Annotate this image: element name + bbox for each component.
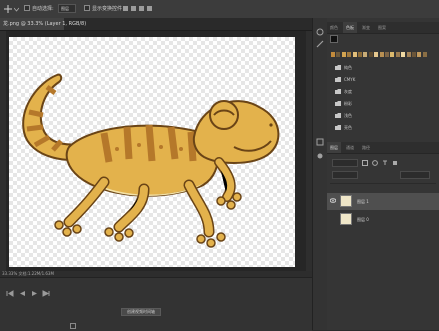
align-buttons bbox=[122, 4, 158, 13]
folder-icon bbox=[335, 77, 341, 82]
color-swatch[interactable] bbox=[358, 52, 362, 57]
color-swatch[interactable] bbox=[395, 52, 400, 57]
swatch-folder[interactable]: 亮色 bbox=[331, 123, 435, 133]
tab-paths[interactable]: 路径 bbox=[359, 142, 373, 153]
swatch-folder[interactable]: 灰度 bbox=[331, 87, 435, 97]
filter-adjustment-icon[interactable] bbox=[372, 160, 378, 166]
foreground-color[interactable] bbox=[330, 35, 338, 43]
folder-icon bbox=[335, 113, 341, 118]
timeline-panel: 创建视频时间轴 bbox=[0, 277, 312, 331]
target-select-value: 图层 bbox=[61, 6, 69, 11]
tab-patterns[interactable]: 图案 bbox=[375, 22, 389, 33]
layers-panel-tabs: 图层 通道 路径 bbox=[327, 142, 439, 154]
color-swatch[interactable] bbox=[368, 52, 373, 57]
document-canvas[interactable] bbox=[9, 37, 295, 267]
color-swatch[interactable] bbox=[385, 52, 389, 57]
chevron-down-icon[interactable] bbox=[14, 5, 19, 13]
folder-icon bbox=[335, 125, 341, 130]
layer-name: 图层 1 bbox=[357, 199, 369, 204]
layer-name: 图层 0 bbox=[357, 217, 369, 222]
color-swatch[interactable] bbox=[352, 52, 357, 57]
brush-icon[interactable] bbox=[316, 40, 324, 48]
color-swatch[interactable] bbox=[336, 52, 341, 57]
right-panels: 颜色 色板 渐变 图案 纯色 CMYK 灰度 粉彩 浅色 亮色 图层 通道 路径… bbox=[327, 18, 439, 330]
swatch-folder[interactable]: CMYK bbox=[331, 75, 435, 85]
adjustments-icon[interactable] bbox=[316, 152, 324, 160]
tab-color[interactable]: 颜色 bbox=[327, 22, 341, 33]
folder-icon bbox=[335, 101, 341, 106]
previous-frame-icon[interactable] bbox=[18, 290, 26, 297]
layers-controls bbox=[330, 157, 436, 184]
color-swatch[interactable] bbox=[401, 52, 406, 57]
info-icon[interactable] bbox=[316, 138, 324, 146]
options-bar: 自动选择: 图层 显示变换控件 bbox=[0, 0, 439, 19]
layer-thumbnail bbox=[340, 195, 352, 207]
tab-swatches[interactable]: 色板 bbox=[343, 22, 357, 33]
canvas-area[interactable] bbox=[6, 31, 306, 271]
folder-label: 粉彩 bbox=[344, 101, 352, 106]
tab-gradients[interactable]: 渐变 bbox=[359, 22, 373, 33]
auto-select-checkbox[interactable] bbox=[24, 5, 30, 11]
folder-label: CMYK bbox=[344, 77, 356, 82]
swatch-folder[interactable]: 粉彩 bbox=[331, 99, 435, 109]
folder-label: 浅色 bbox=[344, 113, 352, 118]
document-tab-bar: 龙.png @ 33.3% (Layer 1, RGB/8) bbox=[0, 18, 312, 31]
folder-label: 亮色 bbox=[344, 125, 352, 130]
color-swatch[interactable] bbox=[406, 52, 411, 57]
show-transform-checkbox[interactable] bbox=[84, 5, 90, 11]
layer-row[interactable]: 图层 0 bbox=[327, 211, 439, 228]
color-swatch[interactable] bbox=[412, 52, 416, 57]
tab-channels[interactable]: 通道 bbox=[343, 142, 357, 153]
tab-layers[interactable]: 图层 bbox=[327, 142, 341, 153]
history-icon[interactable] bbox=[316, 28, 324, 36]
swatch-folder[interactable]: 纯色 bbox=[331, 63, 435, 73]
layer-row[interactable]: 图层 1 bbox=[327, 193, 439, 210]
swatch-folder[interactable]: 浅色 bbox=[331, 111, 435, 121]
color-swatch[interactable] bbox=[331, 52, 335, 57]
color-swatch[interactable] bbox=[379, 52, 384, 57]
auto-select-label: 自动选择: bbox=[32, 6, 54, 12]
layer-filter-select[interactable] bbox=[332, 159, 358, 167]
color-swatch[interactable] bbox=[390, 52, 395, 57]
color-swatch[interactable] bbox=[341, 52, 346, 57]
blend-mode-select[interactable] bbox=[332, 171, 358, 179]
move-tool-icon[interactable] bbox=[4, 5, 12, 13]
next-frame-icon[interactable] bbox=[42, 290, 50, 297]
folder-label: 灰度 bbox=[344, 89, 352, 94]
play-icon[interactable] bbox=[30, 290, 38, 297]
folder-label: 纯色 bbox=[344, 65, 352, 70]
first-frame-icon[interactable] bbox=[6, 290, 14, 297]
color-swatch[interactable] bbox=[374, 52, 379, 57]
film-icon[interactable] bbox=[70, 323, 76, 329]
eye-icon[interactable] bbox=[330, 198, 336, 203]
lizard-illustration bbox=[22, 73, 280, 248]
document-tab[interactable]: 龙.png @ 33.3% (Layer 1, RGB/8) bbox=[0, 18, 86, 30]
filter-image-icon[interactable] bbox=[362, 160, 368, 166]
create-video-timeline-button[interactable]: 创建视频时间轴 bbox=[121, 308, 161, 316]
folder-icon bbox=[335, 65, 341, 70]
color-swatch[interactable] bbox=[422, 52, 427, 57]
color-swatch[interactable] bbox=[363, 52, 368, 57]
show-transform-label: 显示变换控件 bbox=[92, 6, 123, 12]
color-swatch[interactable] bbox=[347, 52, 352, 57]
layer-thumbnail bbox=[340, 213, 352, 225]
filter-shape-icon[interactable] bbox=[392, 160, 398, 166]
color-swatch[interactable] bbox=[417, 52, 422, 57]
folder-icon bbox=[335, 89, 341, 94]
swatches-panel-tabs: 颜色 色板 渐变 图案 bbox=[327, 22, 439, 34]
filter-type-icon[interactable] bbox=[382, 160, 388, 166]
target-select[interactable]: 图层 bbox=[58, 4, 76, 13]
opacity-field[interactable] bbox=[400, 171, 430, 179]
